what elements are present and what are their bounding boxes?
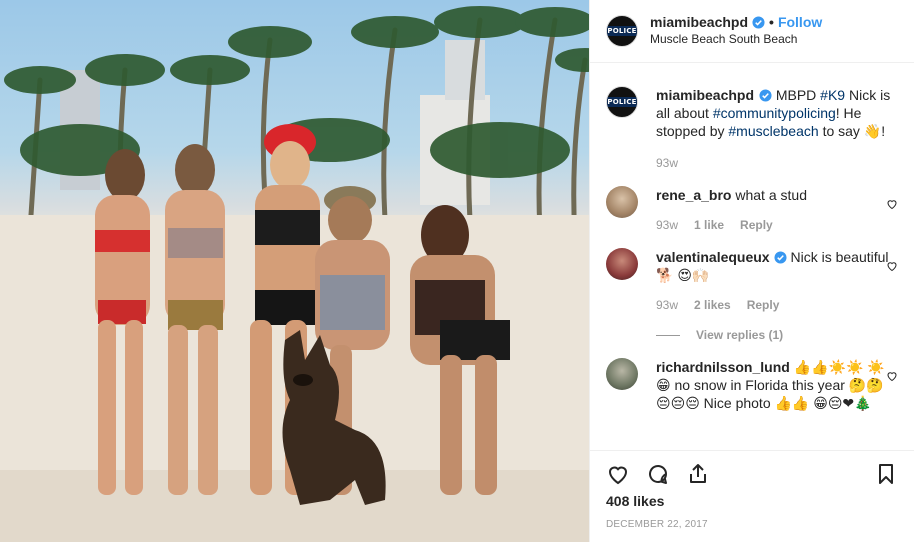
likes-count[interactable]: 408 likes [606, 493, 898, 509]
caption-text-5: ! [881, 123, 886, 139]
commenter-avatar[interactable] [606, 358, 638, 390]
caption: POLICE miamibeachpd MBPD #K9 Nick is all… [606, 64, 898, 172]
share-icon[interactable] [686, 462, 710, 486]
avatar-logo: POLICE [607, 26, 637, 36]
comment-icon[interactable] [646, 462, 670, 486]
heart-icon[interactable] [886, 370, 898, 382]
hashtag-communitypolicing[interactable]: #communitypolicing [713, 105, 836, 121]
account-username[interactable]: miamibeachpd [650, 14, 748, 31]
comment-username[interactable]: valentinalequeux [656, 249, 770, 265]
account-avatar[interactable]: POLICE [606, 15, 638, 47]
verified-badge-icon [759, 89, 772, 102]
separator-dot: • [769, 14, 774, 30]
bookmark-icon[interactable] [874, 462, 898, 486]
verified-badge-icon [774, 251, 787, 264]
verified-badge-icon [752, 16, 765, 29]
follow-button[interactable]: Follow [778, 14, 822, 31]
comment-likes[interactable]: 1 like [694, 216, 724, 234]
post-actions: 408 likes DECEMBER 22, 2017 [590, 450, 914, 530]
comment-item: rene_a_bro what a stud 93w 1 like Reply [606, 172, 898, 234]
comment-text: what a stud [735, 187, 807, 203]
post-header: POLICE miamibeachpd • Follow Muscle Beac… [590, 0, 914, 63]
post-panel: POLICE miamibeachpd • Follow Muscle Beac… [589, 0, 914, 542]
caption-age[interactable]: 93w [656, 154, 678, 172]
post-photo[interactable] [0, 0, 589, 542]
comment-age[interactable]: 93w [656, 296, 678, 314]
caption-text-1: MBPD [775, 87, 817, 103]
location-link[interactable]: Muscle Beach South Beach [650, 31, 822, 48]
comment-likes[interactable]: 2 likes [694, 296, 731, 314]
heart-icon[interactable] [886, 198, 898, 210]
comment-username[interactable]: rene_a_bro [656, 187, 731, 203]
comment-age[interactable]: 93w [656, 216, 678, 234]
view-replies-line [656, 334, 680, 336]
caption-text-4: to say [822, 123, 860, 139]
view-replies-label: View replies (1) [696, 328, 784, 342]
comment-username[interactable]: richardnilsson_lund [656, 359, 790, 375]
view-replies-button[interactable]: View replies (1) [656, 326, 892, 344]
hashtag-musclebeach[interactable]: #musclebeach [728, 123, 818, 139]
caption-avatar[interactable]: POLICE [606, 86, 638, 118]
beach-scene-illustration [0, 6, 589, 542]
heart-icon[interactable] [606, 462, 630, 486]
caption-avatar-logo: POLICE [607, 97, 637, 107]
post-date[interactable]: DECEMBER 22, 2017 [606, 519, 898, 530]
commenter-avatar[interactable] [606, 186, 638, 218]
comment-item: richardnilsson_lund 👍👍☀️☀️ ☀️😁 no snow i… [606, 344, 898, 412]
comments-list[interactable]: POLICE miamibeachpd MBPD #K9 Nick is all… [590, 64, 914, 450]
hashtag-k9[interactable]: #K9 [820, 87, 845, 103]
caption-username[interactable]: miamibeachpd [656, 87, 754, 103]
reply-button[interactable]: Reply [747, 296, 780, 314]
wave-emoji: 👋 [863, 123, 882, 139]
comment-item: valentinalequeux Nick is beautiful 🐕 😍🙌🏻… [606, 234, 898, 344]
commenter-avatar[interactable] [606, 248, 638, 280]
reply-button[interactable]: Reply [740, 216, 773, 234]
heart-icon[interactable] [886, 260, 898, 272]
